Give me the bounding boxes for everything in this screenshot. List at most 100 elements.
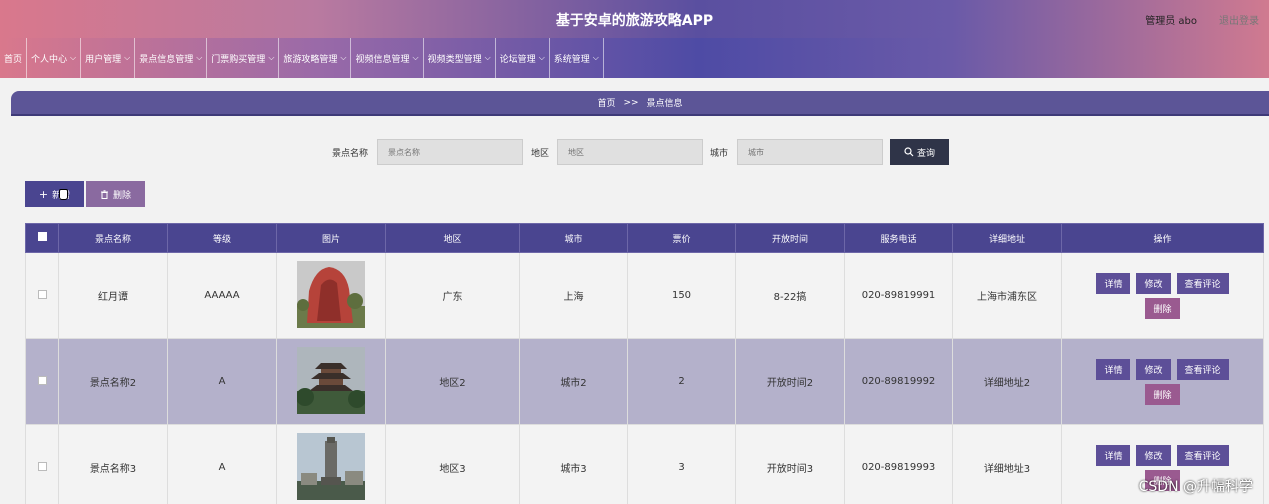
edit-button[interactable]: 修改 [1136, 358, 1171, 380]
attraction-photo-red-rock [297, 260, 365, 328]
col-header: 景点名称 [58, 223, 168, 253]
attractions-table: 景点名称 等级 图片 地区 城市 票价 开放时间 服务电话 详细地址 操作 红月… [25, 223, 1264, 504]
query-label: 查询 [916, 147, 935, 158]
nav-label: 论坛管理 [499, 54, 536, 65]
nav-video-type-management[interactable]: 视频类型管理 ⌵ [424, 38, 496, 78]
col-header: 服务电话 [844, 223, 953, 253]
col-header: 详细地址 [952, 223, 1062, 253]
main-nav: 首页 个人中心 ⌵ 用户管理 ⌵ 景点信息管理 ⌵ 门票购买管理 ⌵ 旅游攻略管理 ⌵ 视… [0, 38, 1269, 78]
nav-label: 视频类型管理 [427, 54, 482, 65]
logout-link[interactable]: 退出登录 [1219, 12, 1259, 27]
cell-region: 广东 [385, 252, 520, 339]
row-delete-button[interactable]: 删除 [1145, 383, 1180, 405]
cell-price: 2 [627, 338, 736, 425]
col-header: 城市 [519, 223, 628, 253]
row-select-cell [25, 424, 59, 504]
nav-personal-center[interactable]: 个人中心 ⌵ [27, 38, 82, 78]
col-header: 图片 [276, 223, 386, 253]
delete-label: 删除 [112, 190, 131, 201]
cell-hours: 开放时间2 [735, 338, 845, 425]
cell-hours: 开放时间3 [735, 424, 845, 504]
col-header: 地区 [385, 223, 520, 253]
chevron-down-icon: ⌵ [592, 53, 599, 62]
cell-hours: 8-22搞 [735, 252, 845, 339]
nav-user-management[interactable]: 用户管理 ⌵ [81, 38, 136, 78]
name-label: 景点名称 [332, 149, 369, 159]
app-title: 基于安卓的旅游攻略APP [555, 13, 714, 29]
detail-button[interactable]: 详情 [1096, 444, 1131, 466]
chevron-down-icon: ⌵ [268, 53, 275, 62]
nav-forum-management[interactable]: 论坛管理 ⌵ [496, 38, 550, 78]
col-header: 票价 [627, 223, 736, 253]
edit-button[interactable]: 修改 [1136, 272, 1171, 294]
breadcrumb-current: 景点信息 [646, 99, 683, 109]
nav-home[interactable]: 首页 [0, 38, 28, 78]
search-icon [904, 147, 914, 157]
cell-price: 150 [627, 252, 736, 339]
chevron-down-icon: ⌵ [484, 53, 491, 62]
chevron-down-icon: ⌵ [124, 53, 131, 62]
select-all-checkbox[interactable] [37, 232, 47, 241]
chevron-down-icon: ⌵ [70, 53, 77, 62]
view-reviews-button[interactable]: 查看评论 [1176, 444, 1229, 466]
nav-label: 用户管理 [85, 54, 122, 65]
breadcrumb-home[interactable]: 首页 [597, 96, 615, 109]
row-select-cell [25, 252, 59, 339]
cell-name: 景点名称2 [58, 338, 168, 425]
select-all-cell [25, 223, 59, 253]
row-select-cell [25, 338, 59, 425]
nav-label: 门票购买管理 [211, 54, 266, 65]
nav-attraction-management[interactable]: 景点信息管理 ⌵ [135, 38, 208, 78]
city-search-input[interactable] [737, 139, 883, 165]
cell-image [276, 338, 386, 425]
cell-level: A [167, 424, 277, 504]
view-reviews-button[interactable]: 查看评论 [1176, 358, 1229, 380]
row-delete-button[interactable]: 删除 [1145, 297, 1180, 319]
trash-icon [100, 189, 108, 199]
cell-region: 地区3 [385, 424, 520, 504]
query-button[interactable]: 查询 [890, 139, 949, 165]
breadcrumb: 首页 >> 景点信息 [11, 91, 1269, 116]
col-header: 开放时间 [735, 223, 845, 253]
region-search-input[interactable] [557, 139, 703, 165]
nav-video-management[interactable]: 视频信息管理 ⌵ [351, 38, 424, 78]
row-checkbox[interactable] [37, 289, 47, 299]
current-user: 管理员 abo [1145, 16, 1197, 27]
cell-actions: 详情 修改 查看评论 删除 [1061, 338, 1264, 425]
nav-label: 景点信息管理 [139, 54, 194, 65]
top-header: 基于安卓的旅游攻略APP 管理员 abo 退出登录 [0, 0, 1269, 38]
row-checkbox[interactable] [37, 461, 47, 471]
cell-address: 详细地址2 [952, 338, 1062, 425]
nav-label: 系统管理 [553, 54, 590, 65]
cell-address: 上海市浦东区 [952, 252, 1062, 339]
bulk-delete-button[interactable]: 删除 [86, 181, 145, 207]
detail-button[interactable]: 详情 [1096, 358, 1131, 380]
cell-level: A [167, 338, 277, 425]
cell-region: 地区2 [385, 338, 520, 425]
cell-phone: 020-89819992 [844, 338, 953, 425]
add-button[interactable]: + 新增 [25, 181, 84, 207]
col-header: 操作 [1061, 223, 1264, 253]
chevron-down-icon: ⌵ [196, 53, 203, 62]
name-search-input[interactable] [377, 139, 523, 165]
cell-price: 3 [627, 424, 736, 504]
cell-city: 城市2 [519, 338, 628, 425]
nav-system-management[interactable]: 系统管理 ⌵ [550, 38, 604, 78]
cell-phone: 020-89819991 [844, 252, 953, 339]
nav-ticket-management[interactable]: 门票购买管理 ⌵ [207, 38, 280, 78]
breadcrumb-separator: >> [623, 97, 639, 108]
row-checkbox[interactable] [37, 375, 47, 385]
nav-label: 旅游攻略管理 [283, 54, 338, 65]
watermark: CSDN @升幅科学 [1138, 479, 1253, 495]
detail-button[interactable]: 详情 [1096, 272, 1131, 294]
table-row: 红月谭 AAAAA 广东 上海 150 8-22搞 020-89819991 上… [25, 252, 1264, 339]
plus-icon: + [38, 187, 49, 201]
chevron-down-icon: ⌵ [412, 53, 419, 62]
nav-label: 视频信息管理 [355, 54, 410, 65]
table-row: 景点名称2 A 地区2 城市2 2 开放时间2 020-89819992 详细地… [25, 338, 1264, 425]
edit-button[interactable]: 修改 [1136, 444, 1171, 466]
region-label: 地区 [531, 149, 550, 159]
view-reviews-button[interactable]: 查看评论 [1176, 272, 1229, 294]
cell-name: 景点名称3 [58, 424, 168, 504]
nav-guide-management[interactable]: 旅游攻略管理 ⌵ [279, 38, 352, 78]
